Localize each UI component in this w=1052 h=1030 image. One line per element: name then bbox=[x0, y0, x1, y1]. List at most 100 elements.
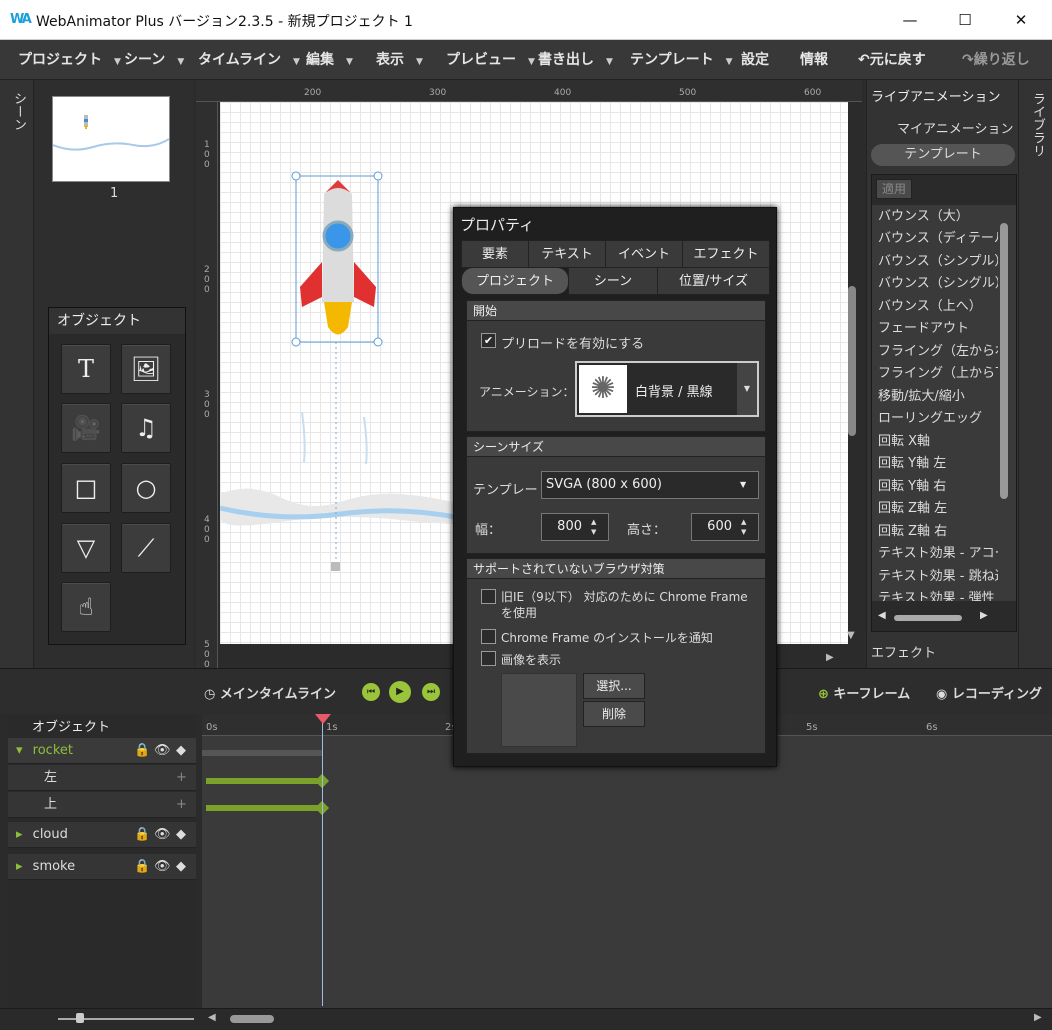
scene-strip[interactable]: シーン bbox=[0, 80, 34, 668]
library-item[interactable]: テキスト効果 - アコーデ bbox=[878, 542, 998, 564]
rectangle-tool-button[interactable]: □ bbox=[61, 463, 111, 513]
maximize-button[interactable]: ☐ bbox=[945, 8, 985, 32]
library-h-scroll[interactable]: ◀ ▶ bbox=[872, 607, 1016, 629]
effect-section-header[interactable]: エフェクト bbox=[871, 642, 936, 661]
library-item[interactable]: フェードアウト bbox=[878, 317, 998, 339]
select-button[interactable]: 選択... bbox=[583, 673, 645, 699]
library-item[interactable]: 回転 Y軸 左 bbox=[878, 452, 998, 474]
eye-icon[interactable]: 👁 bbox=[154, 854, 171, 880]
menu-edit[interactable]: 編集 ▼ bbox=[306, 40, 353, 80]
library-item[interactable]: 回転 Z軸 右 bbox=[878, 520, 998, 542]
fast-forward-icon[interactable]: ⏭ bbox=[422, 683, 440, 701]
line-tool-button[interactable]: ⟋ bbox=[121, 523, 171, 573]
chevron-down-icon[interactable]: ▼ bbox=[737, 363, 757, 415]
library-item[interactable]: バウンス（シンプル） bbox=[878, 250, 998, 272]
keyframe-diamond-icon[interactable]: ◆ bbox=[176, 854, 186, 880]
height-stepper-icon[interactable]: ▲ ▼ bbox=[741, 517, 746, 537]
scroll-left-icon[interactable]: ◀ bbox=[208, 1012, 216, 1023]
eye-icon[interactable]: 👁 bbox=[154, 822, 171, 848]
play-icon[interactable]: ▶ bbox=[389, 681, 411, 703]
library-item[interactable]: 回転 X軸 bbox=[878, 430, 998, 452]
tab-element[interactable]: 要素 bbox=[461, 240, 529, 268]
layer-rocket[interactable]: ▾ rocket 🔒 👁 ◆ bbox=[8, 738, 196, 764]
video-tool-button[interactable]: 🎥 bbox=[61, 403, 111, 453]
preload-checkbox[interactable]: ✔ bbox=[481, 333, 496, 348]
eye-icon[interactable]: 👁 bbox=[154, 738, 171, 764]
tab-scene[interactable]: シーン bbox=[568, 267, 658, 295]
main-timeline-button[interactable]: ◷ メインタイムライン bbox=[204, 683, 336, 702]
expand-right-icon[interactable]: ▸ bbox=[16, 827, 23, 842]
track-bar-rocket[interactable] bbox=[202, 750, 322, 756]
my-animation-tab[interactable]: マイアニメーション bbox=[897, 118, 1013, 137]
image-tool-button[interactable]: 🖼 bbox=[121, 344, 171, 394]
library-strip[interactable]: ライブラリ bbox=[1018, 80, 1052, 668]
timeline-h-scroll-thumb[interactable] bbox=[230, 1015, 274, 1023]
width-stepper-icon[interactable]: ▲ ▼ bbox=[591, 517, 596, 537]
keyframe-diamond-icon[interactable]: ◆ bbox=[176, 822, 186, 848]
template-select[interactable]: SVGA (800 x 600) ▼ bbox=[541, 471, 759, 499]
keyframe-button[interactable]: ⊕ キーフレーム bbox=[818, 683, 910, 702]
scroll-right-icon[interactable]: ▶ bbox=[826, 652, 834, 663]
library-item[interactable]: テキスト効果 - 跳ね返 bbox=[878, 565, 998, 587]
layer-property-top[interactable]: 上 + bbox=[8, 792, 196, 818]
menu-info[interactable]: 情報 bbox=[800, 40, 828, 80]
keyframe-diamond-icon[interactable]: ◆ bbox=[176, 738, 186, 764]
tab-text[interactable]: テキスト bbox=[528, 240, 606, 268]
apply-button[interactable]: 適用 bbox=[876, 179, 912, 199]
scroll-right-icon[interactable]: ▶ bbox=[1034, 1012, 1042, 1023]
chevron-down-icon[interactable]: ▼ bbox=[740, 480, 746, 489]
library-scrollbar[interactable] bbox=[1000, 223, 1008, 499]
zoom-slider-handle[interactable] bbox=[76, 1013, 84, 1023]
library-item[interactable]: バウンス（ディテール） bbox=[878, 227, 998, 249]
library-item[interactable]: 回転 Y軸 右 bbox=[878, 475, 998, 497]
redo-button[interactable]: ↷繰り返し bbox=[962, 40, 1030, 80]
undo-button[interactable]: ↶元に戻す bbox=[858, 40, 926, 80]
library-item[interactable]: ローリングエッグ bbox=[878, 407, 998, 429]
library-item[interactable]: 移動/拡大/縮小 bbox=[878, 385, 998, 407]
height-input[interactable]: 600 bbox=[691, 513, 759, 541]
tab-event[interactable]: イベント bbox=[605, 240, 683, 268]
menu-settings[interactable]: 設定 bbox=[741, 40, 769, 80]
library-item[interactable]: バウンス（大） bbox=[878, 205, 998, 227]
track-bar-left[interactable] bbox=[206, 778, 322, 784]
scroll-down-icon[interactable]: ▼ bbox=[847, 630, 855, 641]
rewind-icon[interactable]: ⏮ bbox=[362, 683, 380, 701]
library-item[interactable]: テキスト効果 - 弾性 bbox=[878, 587, 998, 601]
layer-property-left[interactable]: 左 + bbox=[8, 765, 196, 791]
canvas-vertical-scrollbar[interactable] bbox=[848, 286, 856, 436]
layer-smoke[interactable]: ▸ smoke 🔒 👁 ◆ bbox=[8, 854, 196, 880]
layer-cloud[interactable]: ▸ cloud 🔒 👁 ◆ bbox=[8, 822, 196, 848]
template-tab[interactable]: テンプレート bbox=[871, 144, 1015, 166]
triangle-tool-button[interactable]: ▽ bbox=[61, 523, 111, 573]
scene-thumbnail[interactable] bbox=[52, 96, 170, 182]
menu-project[interactable]: プロジェクト ▼ bbox=[18, 40, 121, 80]
menu-timeline[interactable]: タイムライン ▼ bbox=[198, 40, 300, 80]
chrome-frame-checkbox[interactable] bbox=[481, 589, 496, 604]
width-input[interactable]: 800 bbox=[541, 513, 609, 541]
hand-tool-button[interactable]: ☝ bbox=[61, 582, 111, 632]
plus-icon[interactable]: + bbox=[176, 765, 187, 791]
close-button[interactable]: ✕ bbox=[1001, 8, 1041, 32]
menu-template[interactable]: テンプレート ▼ bbox=[630, 40, 733, 80]
lock-icon[interactable]: 🔒 bbox=[134, 854, 150, 880]
menu-scene[interactable]: シーン ▼ bbox=[124, 40, 184, 80]
library-item[interactable]: 回転 Z軸 左 bbox=[878, 497, 998, 519]
tab-position-size[interactable]: 位置/サイズ bbox=[657, 267, 770, 295]
tab-project[interactable]: プロジェクト bbox=[461, 267, 569, 295]
playhead-line[interactable] bbox=[322, 714, 323, 1006]
scroll-left-icon[interactable]: ◀ bbox=[878, 610, 886, 621]
lock-icon[interactable]: 🔒 bbox=[134, 822, 150, 848]
lock-icon[interactable]: 🔒 bbox=[134, 738, 150, 764]
scroll-right-icon[interactable]: ▶ bbox=[980, 610, 988, 621]
animation-select[interactable]: ✺ 白背景 / 黒線 ▼ bbox=[575, 361, 759, 417]
expand-down-icon[interactable]: ▾ bbox=[16, 743, 23, 758]
library-item[interactable]: バウンス（上へ） bbox=[878, 295, 998, 317]
library-item[interactable]: フライング（左から右） bbox=[878, 340, 998, 362]
plus-icon[interactable]: + bbox=[176, 792, 187, 818]
library-item[interactable]: フライング（上から下） bbox=[878, 362, 998, 384]
circle-tool-button[interactable]: ○ bbox=[121, 463, 171, 513]
delete-button[interactable]: 削除 bbox=[583, 701, 645, 727]
menu-preview[interactable]: プレビュー ▼ bbox=[446, 40, 535, 80]
track-bar-top[interactable] bbox=[206, 805, 322, 811]
menu-view[interactable]: 表示 ▼ bbox=[376, 40, 423, 80]
